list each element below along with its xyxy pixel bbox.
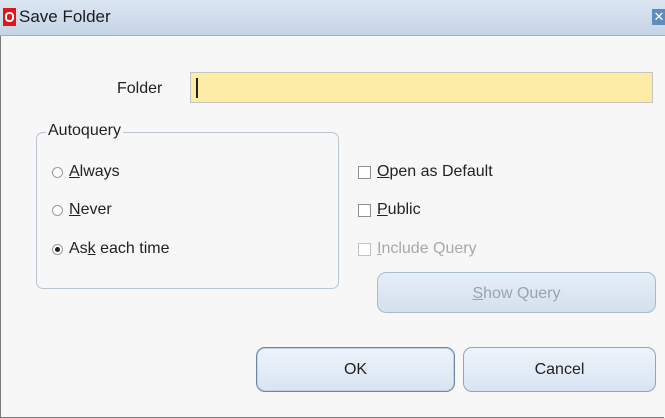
radio-never-label: Never xyxy=(69,201,112,218)
checkbox-disabled-icon xyxy=(358,242,371,256)
checkbox-include-query: Include Query xyxy=(358,240,477,258)
radio-icon[interactable] xyxy=(52,166,63,178)
checkbox-icon[interactable] xyxy=(358,203,371,217)
include-query-label: Include Query xyxy=(377,240,477,257)
autoquery-title: Autoquery xyxy=(46,122,123,140)
title-bar: Save Folder ✕ xyxy=(0,0,665,36)
radio-icon[interactable] xyxy=(52,204,63,216)
radio-always-label: Always xyxy=(69,163,120,180)
window-title: Save Folder xyxy=(19,7,111,26)
oracle-app-icon xyxy=(3,8,16,26)
text-cursor xyxy=(196,78,198,98)
radio-never[interactable]: Never xyxy=(52,201,112,219)
checkbox-public[interactable]: Public xyxy=(358,201,421,219)
radio-ask-label: Ask each time xyxy=(69,240,170,257)
ok-button[interactable]: OK xyxy=(256,347,455,392)
radio-ask-each-time[interactable]: Ask each time xyxy=(52,240,169,258)
folder-label: Folder xyxy=(117,80,163,97)
close-icon[interactable]: ✕ xyxy=(652,9,665,25)
radio-selected-icon[interactable] xyxy=(52,243,63,255)
checkbox-icon[interactable] xyxy=(358,165,371,179)
open-as-default-label: Open as Default xyxy=(377,163,493,180)
checkbox-open-as-default[interactable]: Open as Default xyxy=(358,163,493,181)
public-label: Public xyxy=(377,201,421,218)
folder-input[interactable] xyxy=(190,72,653,103)
cancel-button[interactable]: Cancel xyxy=(463,347,656,392)
radio-always[interactable]: Always xyxy=(52,163,120,181)
show-query-button: Show Query xyxy=(377,272,656,313)
